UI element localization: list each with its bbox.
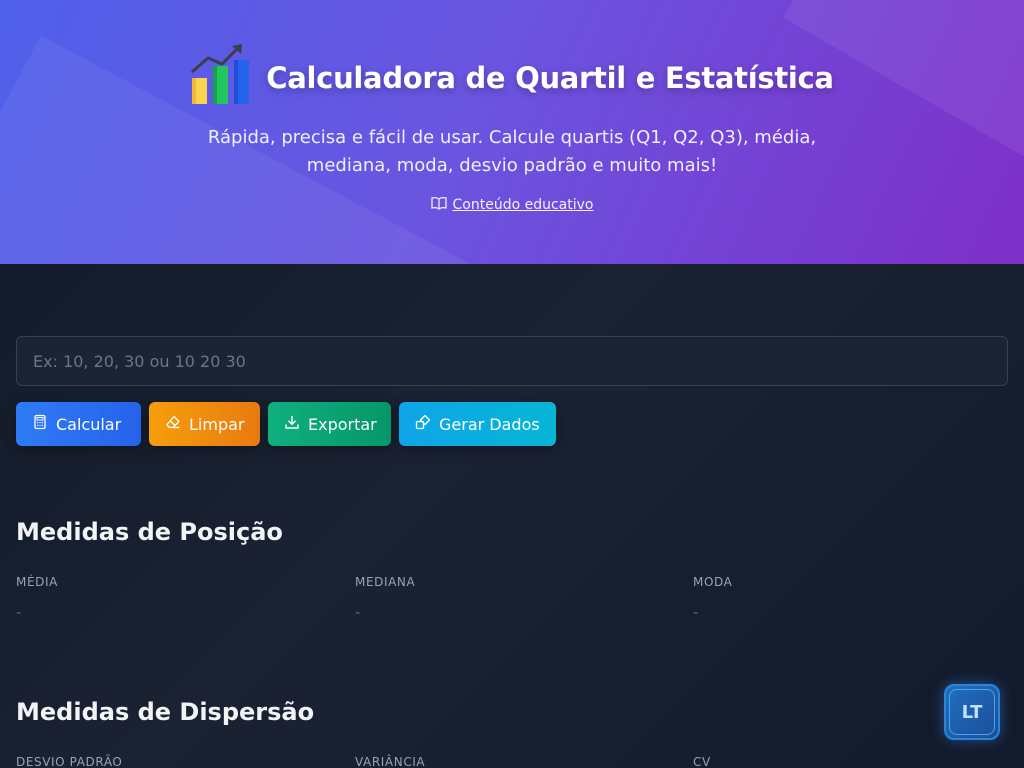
title-row: Calculadora de Quartil e Estatística (0, 44, 1024, 112)
median-value: - (355, 603, 361, 621)
clear-label: Limpar (189, 414, 245, 434)
eraser-icon (165, 414, 181, 434)
page-title: Calculadora de Quartil e Estatística (266, 61, 834, 95)
median-label: MEDIANA (355, 575, 416, 589)
hero-header: Calculadora de Quartil e Estatística Ráp… (0, 0, 1024, 264)
calculator-icon (32, 414, 48, 434)
generate-data-button[interactable]: Gerar Dados (399, 402, 556, 446)
export-label: Exportar (308, 414, 377, 434)
cv-label: CV (693, 755, 711, 768)
action-buttons: Calcular Limpar Exportar Gerar Dados (16, 402, 556, 446)
data-input[interactable] (16, 336, 1008, 386)
dispersion-measures-title: Medidas de Dispersão (16, 698, 315, 726)
generate-data-label: Gerar Dados (439, 414, 540, 434)
mean-value: - (16, 603, 22, 621)
page-subtitle: Rápida, precisa e fácil de usar. Calcule… (207, 127, 817, 176)
position-measures-title: Medidas de Posição (16, 518, 283, 546)
lt-badge-inner: LT (949, 689, 995, 735)
mean-label: MÉDIA (16, 575, 58, 589)
mode-value: - (693, 603, 699, 621)
clear-button[interactable]: Limpar (149, 402, 260, 446)
download-icon (284, 414, 300, 434)
educational-content-link[interactable]: Conteúdo educativo (0, 196, 1024, 214)
bar-chart-trend-icon (190, 44, 252, 112)
export-button[interactable]: Exportar (268, 402, 391, 446)
open-book-icon (430, 196, 447, 214)
educational-content-label: Conteúdo educativo (452, 197, 594, 213)
decorative-shape (783, 0, 1024, 228)
variance-label: VARIÂNCIA (355, 755, 426, 768)
lt-floating-badge[interactable]: LT (944, 684, 1000, 740)
mode-label: MODA (693, 575, 733, 589)
std-dev-label: DESVIO PADRÃO (16, 755, 123, 768)
calculate-button[interactable]: Calcular (16, 402, 141, 446)
shapes-icon (415, 414, 431, 434)
calculate-label: Calcular (56, 414, 122, 434)
lt-badge-text: LT (961, 701, 983, 723)
